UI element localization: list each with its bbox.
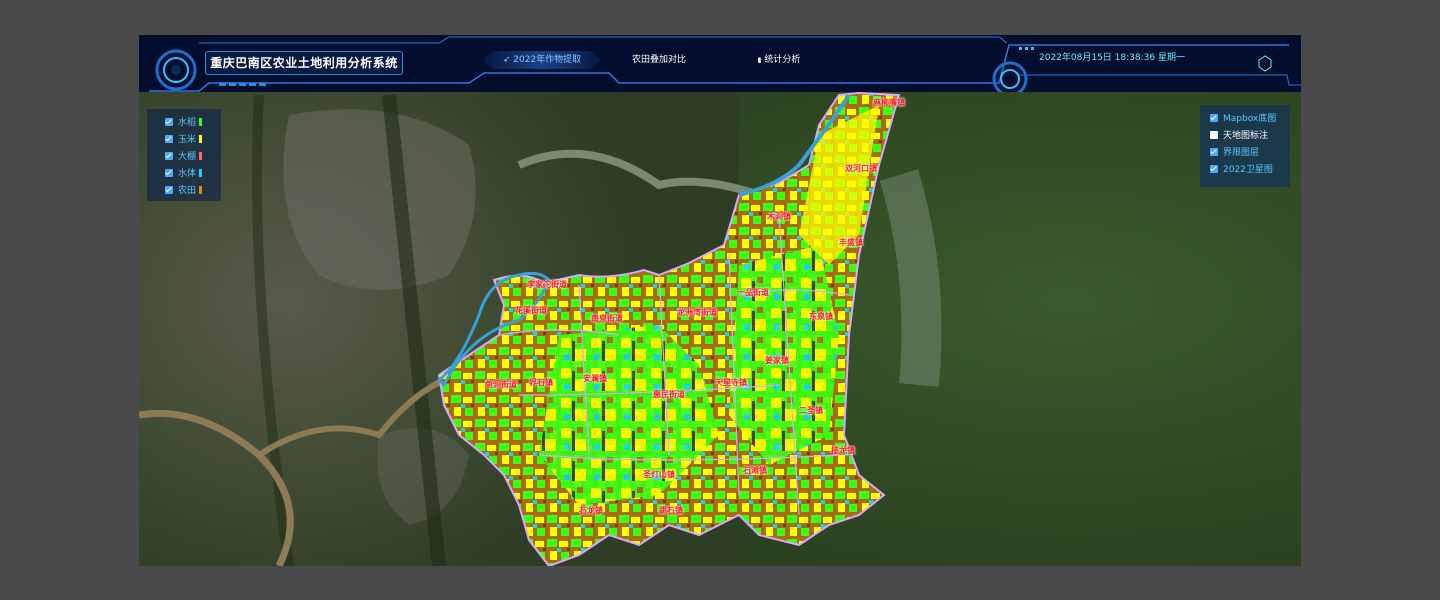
layer-control-panel: Mapbox底图 天地图标注 界限图层 2022卫星图	[1200, 105, 1290, 187]
legend-label: 水体	[178, 169, 197, 179]
left-radar-icon	[155, 49, 197, 91]
checkbox-icon[interactable]	[1210, 131, 1218, 139]
town-label: 麻柳嘴镇	[873, 97, 905, 107]
town-label: 安澜镇	[583, 373, 607, 383]
datetime-display: 2022年08月15日 18:38:36 星期一	[1039, 53, 1185, 63]
legend-label: 农田	[178, 186, 197, 196]
checkbox-icon[interactable]	[1210, 114, 1218, 122]
tab-farmland-compare[interactable]: 农田叠加对比	[619, 51, 699, 69]
town-label: 界石镇	[529, 377, 553, 387]
town-label: 惠民街道	[653, 389, 685, 399]
town-label: 木洞镇	[767, 211, 791, 221]
town-label: 南泉街道	[591, 313, 623, 323]
town-label: 跳石镇	[659, 505, 683, 515]
layer-label: 天地图标注	[1223, 131, 1269, 141]
page-title: 重庆巴南区农业土地利用分析系统	[205, 51, 403, 75]
checkbox-icon[interactable]	[165, 169, 173, 177]
color-swatch	[199, 118, 203, 126]
checkbox-icon[interactable]	[165, 152, 173, 160]
legend-item-rice[interactable]: 水稻	[165, 116, 203, 130]
navigation-arrow-icon: ➶	[502, 55, 511, 65]
color-swatch	[199, 169, 203, 177]
hex-icon	[1258, 55, 1272, 72]
layer-label: 界限图层	[1223, 148, 1260, 158]
color-swatch	[199, 186, 203, 194]
town-label: 石龙镇	[579, 505, 603, 515]
town-label: 花溪街道	[515, 305, 547, 315]
town-label: 李家沱街道	[527, 279, 567, 289]
layer-item-boundary[interactable]: 界限图层	[1210, 146, 1259, 160]
legend-label: 大棚	[178, 152, 197, 162]
layer-label: Mapbox底图	[1223, 114, 1277, 124]
tab-label: 2022年作物提取	[513, 55, 582, 65]
checkbox-icon[interactable]	[165, 118, 173, 126]
tab-crop-extraction[interactable]: ➶ 2022年作物提取	[483, 51, 601, 69]
town-label: 圣灯山镇	[643, 469, 675, 479]
legend-label: 水稻	[178, 118, 197, 128]
town-label: 石滩镇	[743, 465, 767, 475]
header-bar: 重庆巴南区农业土地利用分析系统 ➶ 2022年作物提取 农田叠加对比 ▮ 统计分…	[139, 35, 1301, 92]
checkbox-icon[interactable]	[165, 186, 173, 194]
town-label: 接龙镇	[831, 445, 855, 455]
town-label: 天星寺镇	[715, 377, 747, 387]
checkbox-icon[interactable]	[165, 135, 173, 143]
legend-label: 玉米	[178, 135, 197, 145]
tab-label: 统计分析	[764, 55, 801, 65]
town-label: 一品街道	[737, 287, 769, 297]
legend-item-farmland[interactable]: 农田	[165, 184, 203, 198]
layer-item-tianditu-labels[interactable]: 天地图标注	[1210, 129, 1268, 143]
layer-item-satellite-2022[interactable]: 2022卫星图	[1210, 163, 1273, 177]
layer-label: 2022卫星图	[1223, 165, 1273, 175]
town-label: 龙洲湾街道	[677, 307, 717, 317]
right-radar-icon	[992, 61, 1028, 92]
color-swatch	[199, 135, 203, 143]
satellite-map[interactable]	[139, 35, 1301, 566]
layer-item-mapbox[interactable]: Mapbox底图	[1210, 112, 1276, 126]
color-swatch	[199, 152, 203, 160]
town-label: 二圣镇	[799, 405, 823, 415]
legend-item-greenhouse[interactable]: 大棚	[165, 150, 203, 164]
checkbox-icon[interactable]	[1210, 148, 1218, 156]
chart-icon: ▮	[757, 56, 762, 64]
town-label: 丰盛镇	[839, 237, 863, 247]
legend-item-water[interactable]: 水体	[165, 167, 203, 181]
checkbox-icon[interactable]	[1210, 165, 1218, 173]
town-label: 双河口镇	[845, 163, 877, 173]
map-app: 麻柳嘴镇双河口镇木洞镇丰盛镇李家沱街道花溪街道南泉街道 龙洲湾街道 一品街道东泉镇姜…	[139, 35, 1301, 566]
legend-item-corn[interactable]: 玉米	[165, 133, 203, 147]
tab-statistics[interactable]: ▮ 统计分析	[739, 51, 819, 69]
town-label: 姜家镇	[765, 355, 789, 365]
town-label: 鱼洞街道	[485, 379, 517, 389]
crop-legend-panel: 水稻 玉米 大棚 水体 农田	[147, 109, 221, 201]
town-label: 东泉镇	[809, 311, 833, 321]
